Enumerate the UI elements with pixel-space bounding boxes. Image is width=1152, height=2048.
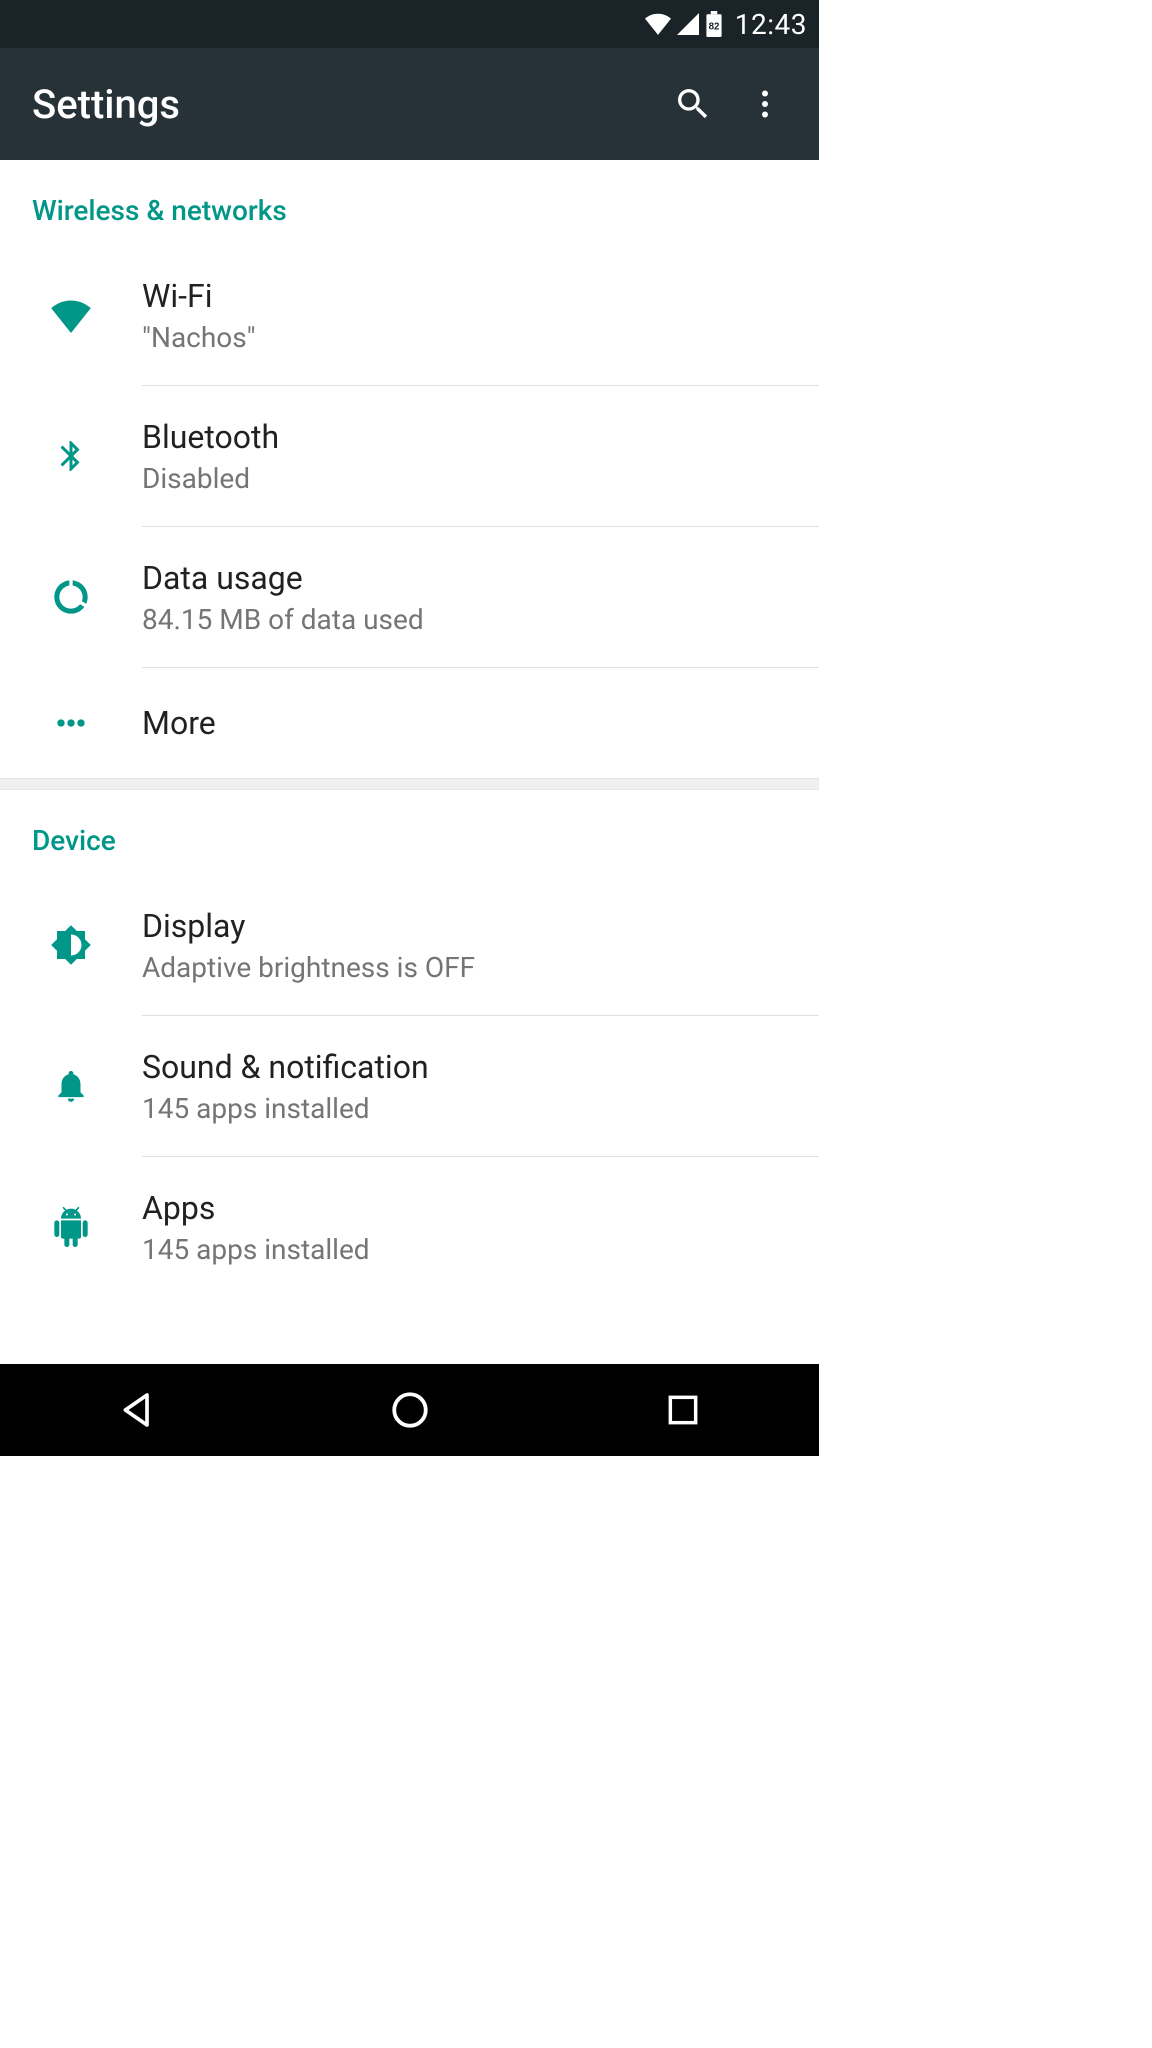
brightness-icon <box>50 924 92 966</box>
android-icon <box>51 1205 91 1249</box>
row-title: More <box>142 704 803 742</box>
navigation-bar <box>0 1364 819 1456</box>
more-horiz-icon <box>51 703 91 743</box>
row-title: Data usage <box>142 559 803 597</box>
app-bar: Settings <box>0 48 819 160</box>
overflow-menu-button[interactable] <box>729 68 801 140</box>
page-title: Settings <box>32 81 657 128</box>
row-sound-notification[interactable]: Sound & notification 145 apps installed <box>0 1016 819 1156</box>
status-clock: 12:43 <box>735 8 807 41</box>
row-subtitle: Disabled <box>142 462 803 495</box>
row-subtitle: Adaptive brightness is OFF <box>142 951 803 984</box>
row-apps[interactable]: Apps 145 apps installed <box>0 1157 819 1297</box>
wifi-icon <box>49 297 93 333</box>
nav-recent-button[interactable] <box>623 1380 743 1440</box>
section-header-wireless: Wireless & networks <box>0 160 819 245</box>
cell-signal-icon <box>677 13 699 35</box>
row-display[interactable]: Display Adaptive brightness is OFF <box>0 875 819 1015</box>
row-subtitle: 145 apps installed <box>142 1092 803 1125</box>
section-device: Device Display Adaptive brightness is OF… <box>0 790 819 1297</box>
row-more[interactable]: More <box>0 668 819 778</box>
row-title: Apps <box>142 1189 803 1227</box>
row-bluetooth[interactable]: Bluetooth Disabled <box>0 386 819 526</box>
row-data-usage[interactable]: Data usage 84.15 MB of data used <box>0 527 819 667</box>
row-subtitle: "Nachos" <box>142 321 803 354</box>
row-title: Sound & notification <box>142 1048 803 1086</box>
recent-square-icon <box>664 1391 702 1429</box>
search-icon <box>673 84 713 124</box>
bell-icon <box>52 1066 90 1106</box>
section-divider <box>0 778 819 790</box>
bluetooth-icon <box>53 434 89 478</box>
row-subtitle: 84.15 MB of data used <box>142 603 803 636</box>
search-button[interactable] <box>657 68 729 140</box>
home-circle-icon <box>389 1389 431 1431</box>
wifi-status-icon <box>645 13 671 35</box>
settings-list[interactable]: Wireless & networks Wi-Fi "Nachos" <box>0 160 819 1364</box>
section-header-device: Device <box>0 790 819 875</box>
svg-text:82: 82 <box>708 21 719 32</box>
data-usage-icon <box>51 577 91 617</box>
status-bar: 82 12:43 <box>0 0 819 48</box>
more-vert-icon <box>747 86 783 122</box>
battery-icon: 82 <box>705 11 723 37</box>
row-title: Bluetooth <box>142 418 803 456</box>
row-wifi[interactable]: Wi-Fi "Nachos" <box>0 245 819 385</box>
row-title: Display <box>142 907 803 945</box>
row-subtitle: 145 apps installed <box>142 1233 803 1266</box>
nav-back-button[interactable] <box>77 1380 197 1440</box>
row-title: Wi-Fi <box>142 277 803 315</box>
nav-home-button[interactable] <box>350 1380 470 1440</box>
section-wireless: Wireless & networks Wi-Fi "Nachos" <box>0 160 819 778</box>
back-triangle-icon <box>117 1390 157 1430</box>
